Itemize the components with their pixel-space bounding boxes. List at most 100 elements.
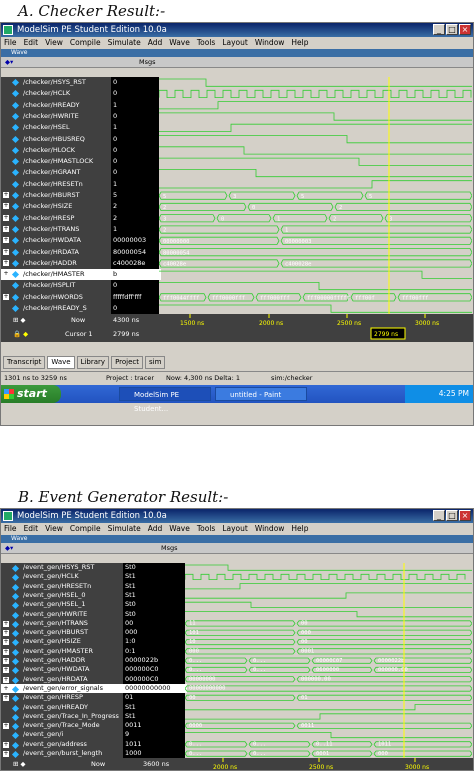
tab-transcript[interactable]: Transcript xyxy=(3,356,46,369)
expand-icon[interactable]: + xyxy=(3,248,9,255)
close-button[interactable]: × xyxy=(459,24,471,35)
menu-item-file[interactable]: File xyxy=(4,37,17,49)
tab-sim[interactable]: sim xyxy=(145,356,166,369)
menu-item-compile[interactable]: Compile xyxy=(70,37,101,49)
tab-wave[interactable]: Wave xyxy=(47,356,75,369)
menu-item-compile[interactable]: Compile xyxy=(70,523,101,535)
signal-row[interactable]: + /event_gen/burst_length xyxy=(1,749,123,759)
menu-item-tools[interactable]: Tools xyxy=(197,37,215,49)
signal-row[interactable]: + /event_gen/HRESP xyxy=(1,693,123,703)
signal-row[interactable]: /checker/HRESETn xyxy=(1,179,111,190)
waveform-display[interactable]: 5 3 5 52 0 23 0 1 2 32 100000000 0000000380000054c4… xyxy=(159,77,472,314)
signal-row[interactable]: /event_gen/HSYS_RST xyxy=(1,563,123,573)
wave-dropdown-icon[interactable]: ◆▾ xyxy=(5,543,13,553)
signal-row[interactable]: /checker/HSPLIT xyxy=(1,280,111,291)
signal-row[interactable]: /event_gen/HCLK xyxy=(1,572,123,582)
expand-icon[interactable]: + xyxy=(3,658,9,664)
signal-row[interactable]: + /checker/HTRANS xyxy=(1,224,111,235)
expand-icon[interactable]: + xyxy=(3,203,9,210)
taskbar-item-paint[interactable]: untitled - Paint xyxy=(215,387,307,401)
expand-icon[interactable]: + xyxy=(3,259,9,266)
signal-row[interactable]: + /checker/HRESP xyxy=(1,213,111,224)
signal-row[interactable]: /checker/HREADY xyxy=(1,100,111,111)
signal-row[interactable]: + /event_gen/HSIZE xyxy=(1,637,123,647)
expand-icon[interactable]: + xyxy=(3,685,9,692)
signal-row[interactable]: /event_gen/HREADY xyxy=(1,703,123,712)
expand-icon[interactable]: + xyxy=(3,723,9,730)
signal-row[interactable]: + /event_gen/HTRANS xyxy=(1,619,123,628)
signal-row[interactable]: /event_gen/HRESETn xyxy=(1,582,123,591)
menu-item-wave[interactable]: Wave xyxy=(169,37,190,49)
signal-row[interactable]: /event_gen/Trace_In_Progress xyxy=(1,712,123,721)
menu-item-add[interactable]: Add xyxy=(148,523,163,535)
expand-icon[interactable]: + xyxy=(3,639,9,646)
signal-row[interactable]: + /checker/HADDR xyxy=(1,258,111,269)
signal-row[interactable]: /checker/HWRITE xyxy=(1,111,111,122)
menu-item-add[interactable]: Add xyxy=(148,37,163,49)
expand-icon[interactable]: + xyxy=(3,676,9,683)
signal-row[interactable]: /checker/HREADY_S xyxy=(1,303,111,314)
signal-row[interactable]: + /checker/HMASTER xyxy=(1,269,111,281)
maximize-button[interactable]: □ xyxy=(446,24,458,35)
tab-library[interactable]: Library xyxy=(76,356,110,369)
expand-icon[interactable]: + xyxy=(3,192,9,198)
expand-icon[interactable]: + xyxy=(3,293,9,300)
expand-icon[interactable]: + xyxy=(3,271,9,278)
taskbar-item-modelsim[interactable]: ModelSim PE Student... xyxy=(119,387,211,413)
menu-item-layout[interactable]: Layout xyxy=(222,37,248,49)
menu-item-view[interactable]: View xyxy=(45,523,63,535)
signal-row[interactable]: /checker/HSEL xyxy=(1,122,111,133)
signal-row[interactable]: /checker/HMASTLOCK xyxy=(1,156,111,167)
close-button[interactable]: × xyxy=(459,510,471,521)
expand-icon[interactable]: + xyxy=(3,751,9,757)
signal-row[interactable]: + /event_gen/Trace_Mode xyxy=(1,721,123,731)
menu-item-window[interactable]: Window xyxy=(255,37,285,49)
waveform-display[interactable]: 11 00101 00010 00000 00010... 0... 00000C07 000… xyxy=(185,563,472,758)
menu-item-tools[interactable]: Tools xyxy=(197,523,215,535)
minimize-button[interactable]: _ xyxy=(433,24,445,35)
tab-project[interactable]: Project xyxy=(111,356,144,369)
signal-row[interactable]: + /checker/HSIZE xyxy=(1,201,111,212)
signal-row[interactable]: /event_gen/i xyxy=(1,730,123,740)
signal-row[interactable]: + /event_gen/HWDATA xyxy=(1,665,123,675)
menu-item-simulate[interactable]: Simulate xyxy=(108,523,141,535)
menu-item-window[interactable]: Window xyxy=(255,523,285,535)
signal-row[interactable]: + /event_gen/address xyxy=(1,740,123,749)
menu-item-simulate[interactable]: Simulate xyxy=(108,37,141,49)
expand-icon[interactable]: + xyxy=(3,695,9,702)
wave-dropdown-icon[interactable]: ◆▾ xyxy=(5,57,13,67)
signal-row[interactable]: /checker/HCLK xyxy=(1,88,111,99)
signal-row[interactable]: + /event_gen/HRDATA xyxy=(1,675,123,684)
signal-row[interactable]: + /event_gen/error_signals xyxy=(1,683,123,694)
signal-row[interactable]: + /event_gen/HADDR xyxy=(1,656,123,666)
expand-icon[interactable]: + xyxy=(3,237,9,244)
expand-icon[interactable]: + xyxy=(3,225,9,232)
signal-row[interactable]: + /checker/HWORDS xyxy=(1,292,111,303)
expand-icon[interactable]: + xyxy=(3,630,9,637)
expand-icon[interactable]: + xyxy=(3,214,9,221)
menu-item-edit[interactable]: Edit xyxy=(24,37,39,49)
start-button[interactable]: start xyxy=(1,385,61,403)
signal-row[interactable]: /checker/HLOCK xyxy=(1,145,111,156)
signal-row[interactable]: + /checker/HBURST xyxy=(1,190,111,201)
cursor-lock-icon[interactable]: 🔒 ◆ xyxy=(13,328,28,341)
menu-item-layout[interactable]: Layout xyxy=(222,523,248,535)
signal-row[interactable]: + /event_gen/HBURST xyxy=(1,628,123,638)
signal-row[interactable]: /checker/HSYS_RST xyxy=(1,77,111,88)
signal-row[interactable]: + /checker/HWDATA xyxy=(1,235,111,246)
signal-row[interactable]: + /checker/HRDATA xyxy=(1,247,111,258)
signal-row[interactable]: /event_gen/HSEL_1 xyxy=(1,600,123,610)
signal-row[interactable]: /event_gen/HSEL_0 xyxy=(1,591,123,600)
menu-item-help[interactable]: Help xyxy=(291,523,308,535)
signal-row[interactable]: /checker/HGRANT xyxy=(1,167,111,178)
expand-icon[interactable]: + xyxy=(3,620,9,627)
expand-icon[interactable]: + xyxy=(3,667,9,674)
menu-item-wave[interactable]: Wave xyxy=(169,523,190,535)
signal-row[interactable]: /event_gen/HWRITE xyxy=(1,610,123,619)
menu-item-help[interactable]: Help xyxy=(291,37,308,49)
signal-row[interactable]: /checker/HBUSREQ xyxy=(1,134,111,145)
menu-item-view[interactable]: View xyxy=(45,37,63,49)
expand-icon[interactable]: + xyxy=(3,648,9,655)
expand-icon[interactable]: + xyxy=(3,741,9,748)
menu-item-edit[interactable]: Edit xyxy=(24,523,39,535)
